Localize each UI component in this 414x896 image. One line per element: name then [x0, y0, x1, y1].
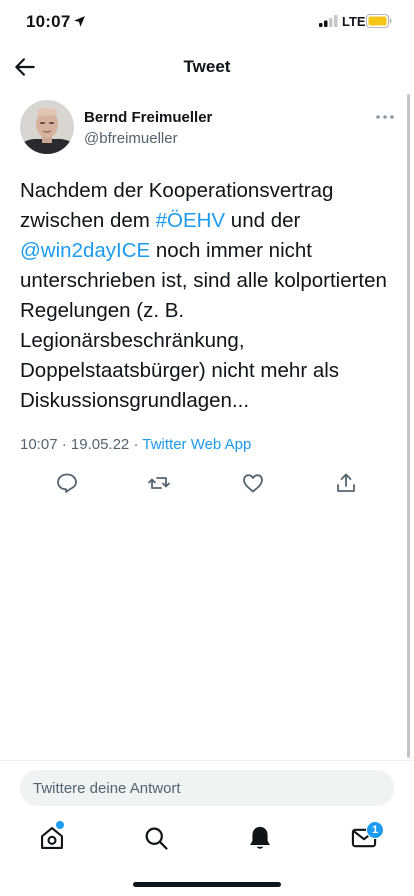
- meta-separator: ·: [133, 436, 139, 453]
- page-title: Tweet: [183, 57, 231, 76]
- tweet-text-segment: und der: [225, 209, 301, 232]
- tweet-source[interactable]: Twitter Web App: [142, 436, 251, 453]
- tweet-actions: [0, 468, 414, 498]
- tweet-text-segment: noch immer nicht unterschrieben ist, sin…: [20, 239, 387, 412]
- location-arrow-icon: [74, 16, 85, 27]
- tweet-meta: 10:07 · 19.05.22 · Twitter Web App: [20, 436, 251, 453]
- share-icon[interactable]: [334, 471, 358, 495]
- author-name[interactable]: Bernd Freimueller: [84, 109, 212, 126]
- messages-badge: 1: [366, 821, 384, 839]
- avatar[interactable]: [20, 100, 74, 154]
- tweet-date: 19.05.22: [70, 436, 130, 453]
- reply-placeholder: Twittere deine Antwort: [33, 780, 181, 797]
- battery-icon: [366, 14, 392, 28]
- meta-separator: ·: [61, 436, 67, 453]
- reply-icon[interactable]: [55, 471, 79, 495]
- status-time: 10:07: [26, 12, 71, 31]
- mention-link[interactable]: @win2dayICE: [20, 239, 150, 262]
- more-options-icon[interactable]: [374, 110, 396, 124]
- tweet-time: 10:07: [20, 436, 58, 453]
- scrollbar[interactable]: [407, 94, 410, 758]
- status-bar: 10:07 LTE: [0, 0, 414, 44]
- home-notification-dot: [56, 821, 64, 829]
- hashtag-link[interactable]: #ÖEHV: [156, 209, 226, 232]
- home-indicator[interactable]: [133, 882, 281, 887]
- divider: [0, 760, 414, 761]
- reply-input[interactable]: Twittere deine Antwort: [20, 770, 394, 806]
- nav-bar: Tweet: [0, 44, 414, 88]
- retweet-icon[interactable]: [147, 471, 171, 495]
- like-icon[interactable]: [241, 471, 265, 495]
- author-handle[interactable]: @bfreimueller: [84, 130, 178, 147]
- signal-icon: [319, 15, 338, 27]
- tweet-text: Nachdem der Kooperationsvertrag zwischen…: [20, 176, 400, 416]
- notifications-icon[interactable]: [246, 824, 274, 852]
- network-label: LTE: [342, 14, 366, 29]
- search-icon[interactable]: [142, 824, 170, 852]
